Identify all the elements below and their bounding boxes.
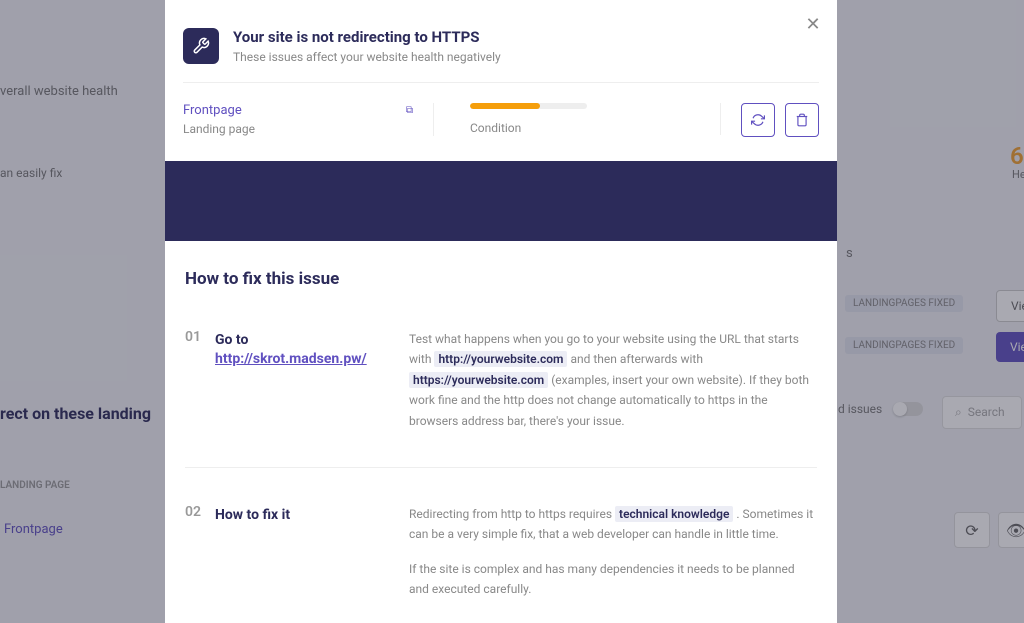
page-link[interactable]: Frontpage ⧉ xyxy=(183,103,413,118)
condition-label: Condition xyxy=(470,121,700,135)
action-buttons xyxy=(721,103,819,137)
delete-button[interactable] xyxy=(785,103,819,137)
page-type: Landing page xyxy=(183,122,413,136)
step-1-title-text: Go to xyxy=(215,332,248,348)
condition-progress xyxy=(470,103,587,109)
step-1-body: Test what happens when you go to your we… xyxy=(409,329,817,431)
modal-subtitle: These issues affect your website health … xyxy=(233,50,501,64)
step-2-body: Redirecting from http to https requires … xyxy=(409,504,817,614)
step-2-num: 02 xyxy=(185,504,201,614)
highlight-http: http://yourwebsite.com xyxy=(434,351,567,367)
step-1: 01 Go to http://skrot.madsen.pw/ Test wh… xyxy=(185,329,817,431)
refresh-icon xyxy=(751,113,765,127)
content: How to fix this issue 01 Go to http://sk… xyxy=(165,241,837,623)
wrench-icon xyxy=(183,28,219,64)
highlight-https: https://yourwebsite.com xyxy=(409,372,548,388)
page-name-col: Frontpage ⧉ Landing page xyxy=(183,103,434,136)
highlight-tech: technical knowledge xyxy=(615,506,733,522)
step-2-title-text: How to fix it xyxy=(215,507,290,523)
close-icon: ✕ xyxy=(805,14,820,35)
dark-band xyxy=(165,161,837,241)
issue-modal: ✕ Your site is not redirecting to HTTPS … xyxy=(165,0,837,623)
modal-title: Your site is not redirecting to HTTPS xyxy=(233,28,501,46)
page-name: Frontpage xyxy=(183,103,242,118)
progress-fill xyxy=(470,103,540,109)
external-link-icon: ⧉ xyxy=(406,105,413,116)
step-1-num: 01 xyxy=(185,329,201,431)
step-1-title: Go to http://skrot.madsen.pw/ xyxy=(215,329,395,431)
condition-col: Condition xyxy=(434,103,721,135)
step-1-link[interactable]: http://skrot.madsen.pw/ xyxy=(215,351,367,367)
modal-header: Your site is not redirecting to HTTPS Th… xyxy=(165,0,837,82)
trash-icon xyxy=(795,113,809,127)
refresh-button[interactable] xyxy=(741,103,775,137)
step-divider xyxy=(185,467,817,468)
header-text: Your site is not redirecting to HTTPS Th… xyxy=(233,28,501,64)
how-to-fix-heading: How to fix this issue xyxy=(185,269,817,289)
close-button[interactable]: ✕ xyxy=(803,14,823,34)
step-2: 02 How to fix it Redirecting from http t… xyxy=(185,504,817,614)
page-info-row: Frontpage ⧉ Landing page Condition xyxy=(165,83,837,161)
step-2-title: How to fix it xyxy=(215,504,395,614)
